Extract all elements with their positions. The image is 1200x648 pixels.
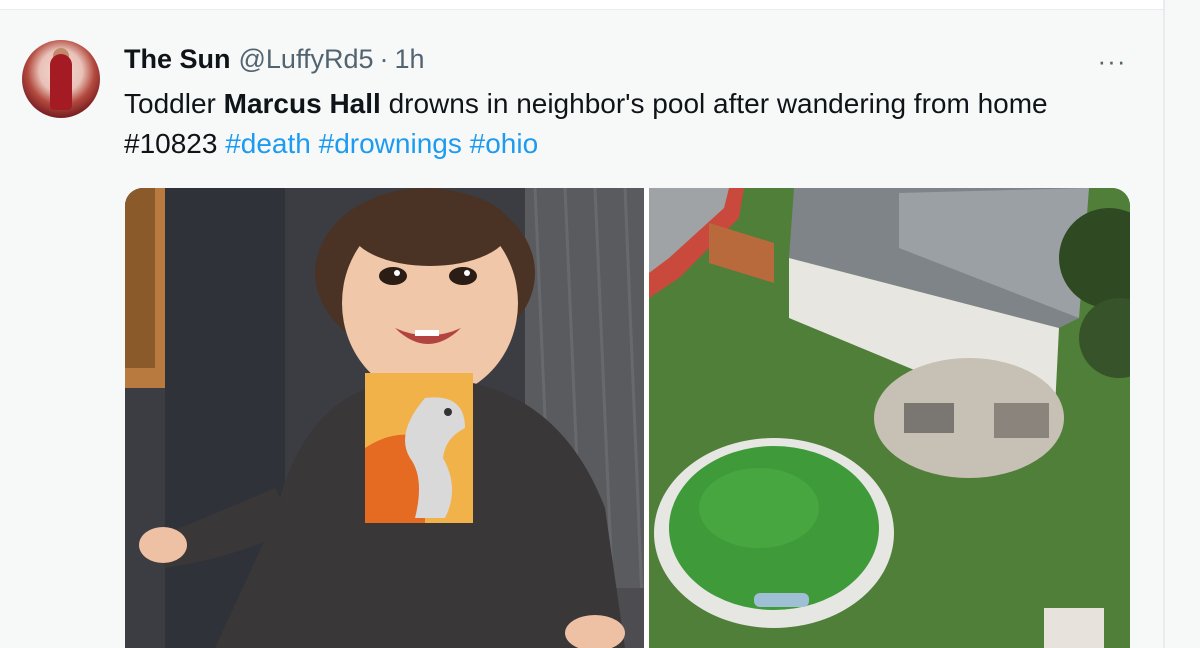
backyard-photo-graphic — [649, 188, 1130, 648]
bold-name: Marcus Hall — [223, 88, 381, 119]
more-options-label: ··· — [1097, 45, 1127, 76]
backyard-aerial-photo[interactable] — [649, 188, 1130, 648]
tweet-header: The Sun @LuffyRd5 · 1h — [124, 44, 425, 78]
separator-dot: · — [379, 44, 389, 74]
hashtag-drownings[interactable]: #drownings — [319, 128, 462, 159]
tweet-text: Toddler Marcus Hall drowns in neighbor's… — [124, 84, 1134, 164]
hashtag-ohio[interactable]: #ohio — [470, 128, 539, 159]
more-options-icon[interactable]: ··· — [1092, 46, 1132, 76]
tag-number: #10823 — [124, 128, 218, 159]
tweet-media[interactable] — [125, 188, 1130, 648]
toddler-photo-graphic — [125, 188, 644, 648]
avatar[interactable] — [22, 40, 100, 118]
toddler-photo[interactable] — [125, 188, 644, 648]
display-name[interactable]: The Sun — [124, 44, 231, 75]
timestamp[interactable]: 1h — [395, 44, 425, 75]
tweet-text-body: drowns in neighbor's pool after wanderin… — [380, 88, 1048, 119]
previous-tweet-edge — [0, 0, 1163, 10]
user-handle[interactable]: @LuffyRd5 — [239, 44, 374, 75]
column-divider — [1163, 0, 1165, 648]
hashtag-death[interactable]: #death — [225, 128, 311, 159]
tweet-text-intro: Toddler — [124, 88, 224, 119]
